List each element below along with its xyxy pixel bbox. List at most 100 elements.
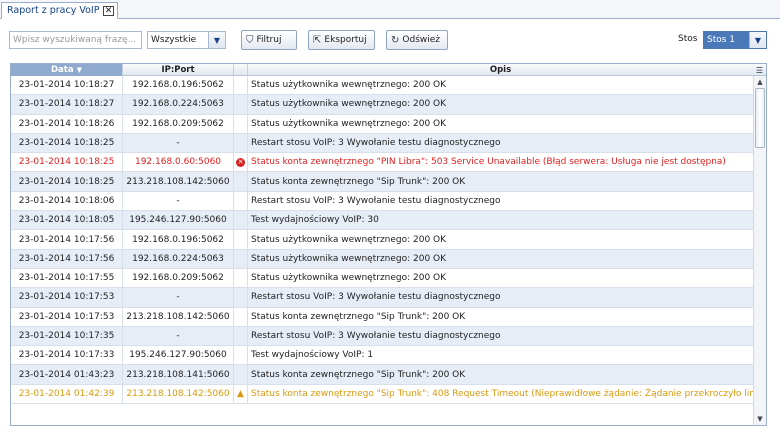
cell-date: 23-01-2014 01:42:39: [11, 384, 123, 404]
filter-button[interactable]: ⛉ Filtruj: [241, 30, 297, 50]
cell-date: 23-01-2014 10:17:55: [11, 268, 123, 288]
stos-select-value: Stos 1: [707, 35, 736, 45]
cell-date: 23-01-2014 10:18:27: [11, 95, 123, 114]
table-row[interactable]: 23-01-2014 10:17:53 213.218.108.142:5060 S…: [11, 307, 753, 327]
cell-date: 23-01-2014 10:18:25: [11, 133, 123, 153]
cell-date: 23-01-2014 10:18:26: [11, 114, 123, 133]
cell-description: Status użytkownika wewnętrznego: 200 OK: [251, 273, 447, 284]
cell-description: Status konta zewnętrznego "Sip Trunk": 2…: [251, 311, 466, 322]
search-input[interactable]: Wpisz wyszukiwaną frazę...: [9, 31, 142, 49]
cell-ipport: 192.168.0.224:5063: [123, 249, 234, 268]
refresh-button[interactable]: ↻ Odśwież: [386, 30, 448, 50]
cell-ipport: 195.246.127.90:5060: [123, 211, 234, 230]
table-row[interactable]: 23-01-2014 10:17:33 195.246.127.90:5060 Te…: [11, 346, 753, 366]
cell-status: [234, 76, 248, 95]
cell-ipport: -: [123, 133, 234, 153]
cell-description: Status użytkownika wewnętrznego: 200 OK: [251, 80, 447, 91]
cell-description: Status użytkownika wewnętrznego: 200 OK: [251, 99, 447, 110]
cell-date: 23-01-2014 10:17:56: [11, 249, 123, 268]
grid-header: Data ▼ IP:Port Opis: [11, 64, 766, 76]
export-button-label: Eksportuj: [324, 35, 367, 45]
cell-description: Restart stosu VoIP: 3 Wywołanie testu di…: [251, 138, 501, 149]
cell-ipport: -: [123, 191, 234, 211]
table-row[interactable]: 23-01-2014 10:18:25 213.218.108.142:5060 S…: [11, 172, 753, 192]
table-row[interactable]: 23-01-2014 10:18:25 192.168.0.60:5060 ✕ Sta…: [11, 153, 753, 173]
column-header-desc[interactable]: Opis: [248, 64, 753, 76]
cell-status: [234, 307, 248, 326]
cell-status: [234, 133, 248, 153]
column-header-status[interactable]: [234, 64, 248, 76]
cell-ipport: -: [123, 326, 234, 346]
column-header-date[interactable]: Data ▼: [11, 64, 123, 76]
filter-select[interactable]: Wszystkie ▼: [147, 31, 226, 49]
stos-select[interactable]: Stos 1 ▼: [703, 31, 767, 49]
column-menu-icon[interactable]: ☰: [753, 64, 766, 76]
cell-description: Status użytkownika wewnętrznego: 200 OK: [251, 234, 447, 245]
cell-description: Test wydajnościowy VoIP: 1: [251, 350, 374, 361]
cell-date: 23-01-2014 01:43:23: [11, 365, 123, 384]
column-date-label: Data: [51, 65, 74, 75]
close-icon[interactable]: ✕: [103, 6, 114, 16]
scroll-up-icon[interactable]: ▲: [754, 76, 766, 88]
table-row[interactable]: 23-01-2014 10:17:56 192.168.0.224:5063 Sta…: [11, 249, 753, 269]
column-header-ipport[interactable]: IP:Port: [123, 64, 234, 76]
cell-description: Restart stosu VoIP: 3 Wywołanie testu di…: [251, 292, 501, 303]
cell-date: 23-01-2014 10:17:35: [11, 326, 123, 346]
cell-status: [234, 249, 248, 268]
cell-description: Restart stosu VoIP: 3 Wywołanie testu di…: [251, 195, 501, 206]
grid-rows: 23-01-2014 10:18:27 192.168.0.196:5062 Sta…: [11, 76, 753, 405]
cell-date: 23-01-2014 10:18:05: [11, 211, 123, 230]
cell-ipport: 192.168.0.209:5062: [123, 268, 234, 288]
cell-status: [234, 346, 248, 365]
table-row[interactable]: 23-01-2014 10:18:27 192.168.0.224:5063 Sta…: [11, 95, 753, 115]
cell-description: Restart stosu VoIP: 3 Wywołanie testu di…: [251, 331, 501, 341]
cell-description: Status konta zewnętrznego "Sip Trunk": 2…: [251, 369, 466, 380]
cell-date: 23-01-2014 10:18:27: [11, 76, 123, 95]
cell-status: [234, 95, 248, 114]
table-row[interactable]: 23-01-2014 10:18:06- Restart stosu VoIP: …: [11, 191, 753, 212]
tab-voip-report[interactable]: Raport z pracy VoIP ✕: [1, 2, 118, 19]
table-row[interactable]: 23-01-2014 10:18:26 192.168.0.209:5062 Sta…: [11, 114, 753, 134]
cell-status: ▲: [234, 384, 248, 404]
filter-select-value: Wszystkie: [151, 35, 197, 45]
scroll-down-icon[interactable]: ▼: [754, 413, 766, 425]
cell-ipport: 192.168.0.209:5062: [123, 114, 234, 133]
cell-status: [234, 268, 248, 288]
chevron-down-icon[interactable]: ▼: [749, 32, 766, 48]
cell-description: Test wydajnościowy VoIP: 30: [251, 215, 379, 226]
cell-status: [234, 191, 248, 211]
cell-date: 23-01-2014 10:18:25: [11, 153, 123, 172]
tab-title: Raport z pracy VoIP: [7, 5, 100, 16]
cell-ipport: -: [123, 288, 234, 307]
table-row[interactable]: 23-01-2014 01:43:23 213.218.108.141:5060 S…: [11, 365, 753, 385]
cell-ipport: 213.218.108.142:5060: [123, 307, 234, 326]
table-row[interactable]: 23-01-2014 10:17:56 192.168.0.196:5062 Sta…: [11, 230, 753, 250]
table-row[interactable]: 23-01-2014 01:42:39 213.218.108.142:5060 ▲…: [11, 384, 753, 405]
stos-label: Stos: [678, 34, 698, 44]
cell-status: [234, 365, 248, 384]
cell-ipport: 192.168.0.196:5062: [123, 76, 234, 95]
table-row[interactable]: 23-01-2014 10:18:27 192.168.0.196:5062 Sta…: [11, 76, 753, 96]
cell-status: [234, 326, 248, 346]
table-row[interactable]: 23-01-2014 10:18:05 195.246.127.90:5060 Te…: [11, 211, 753, 231]
cell-ipport: 213.218.108.141:5060: [123, 365, 234, 384]
table-row[interactable]: 23-01-2014 10:17:53- Restart stosu VoIP: …: [11, 288, 753, 308]
cell-date: 23-01-2014 10:17:53: [11, 288, 123, 307]
cell-date: 23-01-2014 10:18:06: [11, 191, 123, 211]
sort-desc-icon: ▼: [76, 66, 82, 74]
table-row[interactable]: 23-01-2014 10:18:25- Restart stosu VoIP: …: [11, 133, 753, 154]
log-grid: Data ▼ IP:Port Opis ☰ 23-01-2014 10:18:2…: [10, 63, 767, 426]
export-icon: ⇱: [313, 34, 322, 46]
cell-ipport: 192.168.0.60:5060: [123, 153, 234, 172]
scroll-thumb[interactable]: [755, 88, 765, 148]
warning-icon: ▲: [237, 388, 244, 399]
cell-ipport: 213.218.108.142:5060: [123, 172, 234, 191]
chevron-down-icon[interactable]: ▼: [208, 32, 225, 48]
table-row[interactable]: 23-01-2014 10:17:55 192.168.0.209:5062 Sta…: [11, 268, 753, 289]
vertical-scrollbar[interactable]: ▲ ▼: [753, 76, 766, 425]
cell-status: ✕: [234, 153, 248, 172]
table-row[interactable]: 23-01-2014 10:17:35- Restart stosu VoIP: …: [11, 326, 753, 347]
export-button[interactable]: ⇱ Eksportuj: [308, 30, 375, 50]
cell-status: [234, 230, 248, 249]
cell-status: [234, 114, 248, 133]
